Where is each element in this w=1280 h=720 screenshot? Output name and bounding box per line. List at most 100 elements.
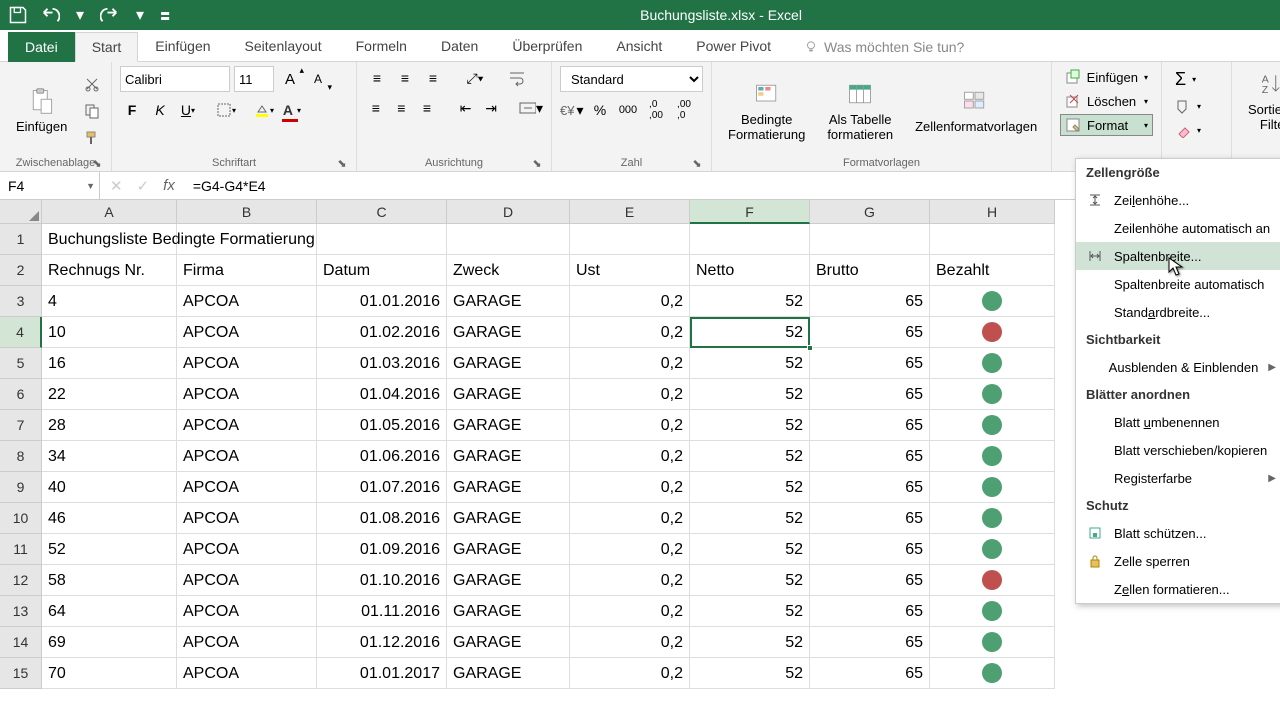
tell-me-search[interactable]: Was möchten Sie tun? — [804, 39, 964, 61]
cell-styles-button[interactable]: Zellenformatvorlagen — [907, 83, 1043, 138]
merge-button[interactable]: ▾ — [519, 96, 543, 120]
cell[interactable]: 65 — [810, 627, 930, 658]
cell[interactable]: 69 — [42, 627, 177, 658]
cell[interactable]: GARAGE — [447, 503, 570, 534]
format-menu-item[interactable]: Zeilenhöhe automatisch an — [1076, 214, 1280, 242]
row-header-15[interactable]: 15 — [0, 658, 42, 689]
format-menu-item[interactable]: Standardbreite... — [1076, 298, 1280, 326]
cell[interactable]: APCOA — [177, 627, 317, 658]
cell[interactable]: 52 — [690, 286, 810, 317]
cell[interactable]: APCOA — [177, 410, 317, 441]
col-header-A[interactable]: A — [42, 200, 177, 224]
cell[interactable]: 65 — [810, 410, 930, 441]
cell[interactable]: Netto — [690, 255, 810, 286]
cell[interactable]: 52 — [690, 565, 810, 596]
cell[interactable]: APCOA — [177, 658, 317, 689]
tab-start[interactable]: Start — [75, 32, 139, 62]
cell[interactable]: 01.10.2016 — [317, 565, 447, 596]
cell[interactable]: 65 — [810, 658, 930, 689]
percent-button[interactable]: % — [588, 98, 612, 122]
align-right-button[interactable]: ≡ — [416, 96, 438, 120]
cell[interactable]: 52 — [690, 503, 810, 534]
cell[interactable]: APCOA — [177, 472, 317, 503]
row-header-7[interactable]: 7 — [0, 410, 42, 441]
cell[interactable]: 10 — [42, 317, 177, 348]
cell[interactable]: 0,2 — [570, 658, 690, 689]
cell[interactable]: GARAGE — [447, 472, 570, 503]
cell[interactable] — [570, 224, 690, 255]
launcher-icon[interactable]: ⬊ — [691, 157, 703, 169]
cell[interactable]: 52 — [690, 534, 810, 565]
format-menu-item[interactable]: Blatt umbenennen — [1076, 408, 1280, 436]
col-header-H[interactable]: H — [930, 200, 1055, 224]
cell[interactable]: APCOA — [177, 286, 317, 317]
cell[interactable]: GARAGE — [447, 441, 570, 472]
font-size-combo[interactable] — [234, 66, 274, 92]
cell[interactable]: 0,2 — [570, 441, 690, 472]
tab-formeln[interactable]: Formeln — [339, 31, 424, 61]
cell[interactable]: 65 — [810, 534, 930, 565]
col-header-B[interactable]: B — [177, 200, 317, 224]
grow-font-button[interactable]: A▴ — [278, 67, 302, 91]
cell[interactable]: 0,2 — [570, 286, 690, 317]
select-all-corner[interactable] — [0, 200, 42, 224]
cell[interactable]: 65 — [810, 596, 930, 627]
enter-formula-button[interactable]: ✓ — [137, 177, 150, 195]
fill-button[interactable]: ▾ — [1170, 95, 1223, 117]
cell[interactable]: Datum — [317, 255, 447, 286]
cell[interactable]: 01.12.2016 — [317, 627, 447, 658]
tab-daten[interactable]: Daten — [424, 31, 495, 61]
launcher-icon[interactable]: ⬊ — [336, 157, 348, 169]
cell[interactable]: GARAGE — [447, 627, 570, 658]
cell[interactable]: 01.04.2016 — [317, 379, 447, 410]
row-header-9[interactable]: 9 — [0, 472, 42, 503]
cell[interactable]: 65 — [810, 379, 930, 410]
cell[interactable]: Rechnugs Nr. — [42, 255, 177, 286]
format-menu-item[interactable]: Zellen formatieren... — [1076, 575, 1280, 603]
tab-ueberpruefen[interactable]: Überprüfen — [495, 31, 599, 61]
cell[interactable]: 52 — [690, 658, 810, 689]
cell[interactable]: 01.09.2016 — [317, 534, 447, 565]
cell[interactable]: 65 — [810, 472, 930, 503]
cell[interactable]: Buchungsliste Bedingte Formatierung — [42, 224, 177, 255]
cell[interactable] — [930, 441, 1055, 472]
cell[interactable] — [930, 286, 1055, 317]
cell[interactable]: 4 — [42, 286, 177, 317]
decrease-decimal-button[interactable]: ,00,0 — [672, 98, 696, 122]
cell[interactable]: 64 — [42, 596, 177, 627]
wrap-text-button[interactable] — [505, 66, 529, 90]
format-menu-item[interactable]: Spaltenbreite automatisch — [1076, 270, 1280, 298]
cell[interactable]: 0,2 — [570, 348, 690, 379]
cell[interactable]: GARAGE — [447, 565, 570, 596]
border-button[interactable]: ▾ — [214, 98, 238, 122]
format-table-button[interactable]: Als Tabelle formatieren — [819, 76, 901, 146]
tab-seitenlayout[interactable]: Seitenlayout — [228, 31, 339, 61]
row-header-4[interactable]: 4 — [0, 317, 42, 348]
cell[interactable] — [930, 348, 1055, 379]
cell[interactable] — [930, 379, 1055, 410]
align-top-button[interactable]: ≡ — [365, 66, 389, 90]
cell[interactable]: 52 — [690, 348, 810, 379]
cell[interactable] — [930, 317, 1055, 348]
cut-button[interactable] — [81, 73, 103, 95]
cell[interactable] — [930, 472, 1055, 503]
underline-button[interactable]: U▾ — [176, 98, 200, 122]
autosum-button[interactable]: Σ▾ — [1170, 66, 1223, 93]
cell[interactable]: 52 — [690, 317, 810, 348]
col-header-E[interactable]: E — [570, 200, 690, 224]
cell[interactable] — [930, 503, 1055, 534]
cell[interactable] — [930, 565, 1055, 596]
fill-handle[interactable] — [807, 345, 813, 351]
row-header-1[interactable]: 1 — [0, 224, 42, 255]
cell[interactable]: Ust — [570, 255, 690, 286]
col-header-F[interactable]: F — [690, 200, 810, 224]
cell[interactable]: 0,2 — [570, 410, 690, 441]
tab-powerpivot[interactable]: Power Pivot — [679, 31, 788, 61]
row-header-10[interactable]: 10 — [0, 503, 42, 534]
cell[interactable] — [930, 658, 1055, 689]
align-center-button[interactable]: ≡ — [391, 96, 413, 120]
col-header-D[interactable]: D — [447, 200, 570, 224]
fx-icon[interactable]: fx — [163, 177, 175, 194]
cell[interactable]: 65 — [810, 348, 930, 379]
cell[interactable] — [810, 224, 930, 255]
